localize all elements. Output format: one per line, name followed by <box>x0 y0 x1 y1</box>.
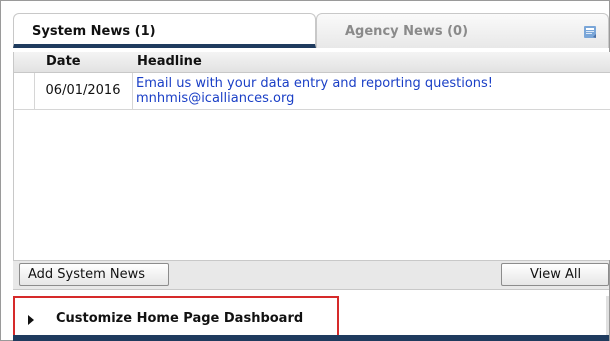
headline-email[interactable]: mnhmis@icalliances.org <box>136 91 596 106</box>
row-headline-link[interactable]: Email us with your data entry and report… <box>136 76 596 106</box>
customize-dashboard-label: Customize Home Page Dashboard <box>56 311 304 326</box>
row-gutter <box>14 73 35 109</box>
tab-system-news[interactable]: System News (1) <box>13 13 316 48</box>
news-table: Date Headline 06/01/2016 Email us with y… <box>13 52 610 260</box>
news-tabs: System News (1) Agency News (0) <box>13 13 609 50</box>
row-date: 06/01/2016 <box>34 73 133 109</box>
column-header-date[interactable]: Date <box>46 54 81 69</box>
table-header: Date Headline <box>14 52 610 73</box>
panel-edge <box>606 296 609 336</box>
add-system-news-button[interactable]: Add System News <box>19 263 169 286</box>
view-all-button[interactable]: View All <box>501 263 609 286</box>
bottom-accent-bar <box>13 335 609 341</box>
column-header-headline[interactable]: Headline <box>137 54 202 69</box>
expand-arrow-icon <box>28 315 34 325</box>
news-button-bar: Add System News View All <box>13 260 609 290</box>
customize-dashboard-toggle[interactable]: Customize Home Page Dashboard <box>13 296 339 339</box>
news-feed-icon[interactable] <box>584 26 596 38</box>
tab-agency-news[interactable]: Agency News (0) <box>316 13 609 48</box>
table-row[interactable]: 06/01/2016 Email us with your data entry… <box>14 73 610 110</box>
tab-agency-news-label: Agency News (0) <box>345 24 469 39</box>
headline-text[interactable]: Email us with your data entry and report… <box>136 76 596 91</box>
